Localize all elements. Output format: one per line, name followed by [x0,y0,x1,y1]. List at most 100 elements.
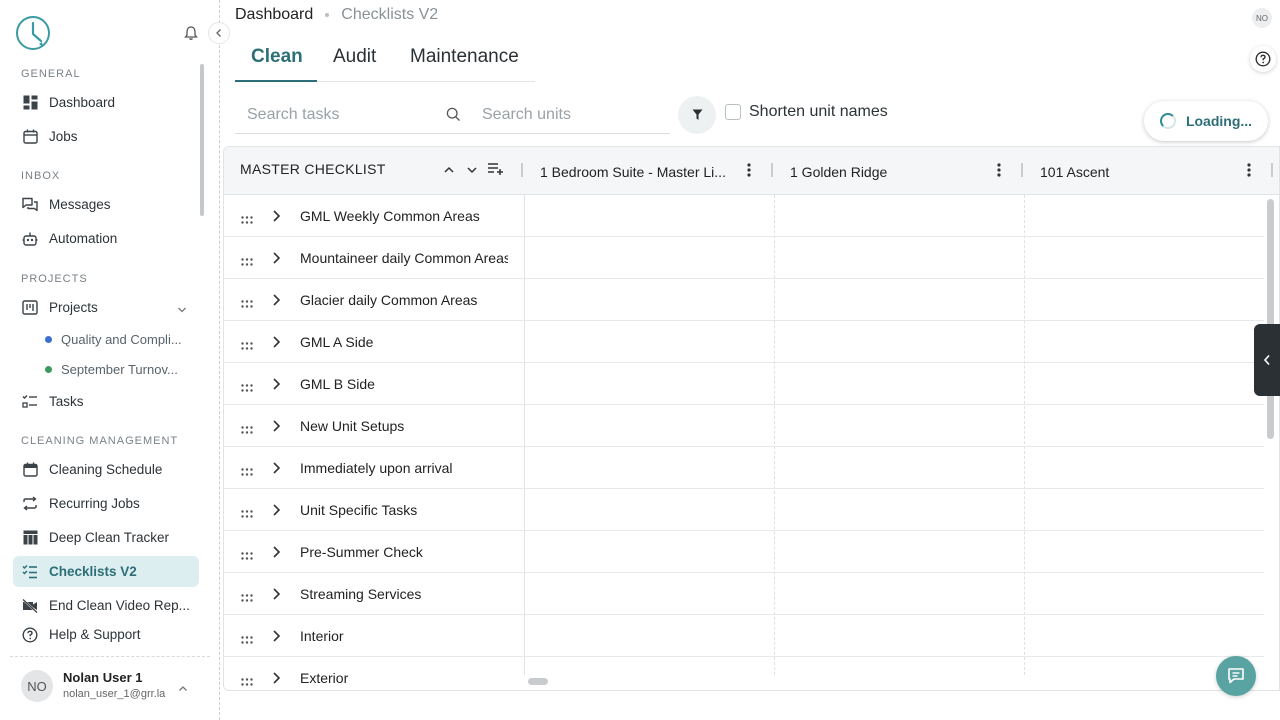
breadcrumb-dashboard[interactable]: Dashboard [235,6,313,24]
more-vert-icon[interactable] [746,162,752,183]
chevron-right-icon[interactable] [271,335,281,354]
table-row[interactable]: New Unit Setups [224,405,1264,447]
column-header-unit[interactable]: 101 Ascent [1040,164,1230,180]
more-vert-icon[interactable] [1246,162,1252,183]
help-button[interactable] [1250,46,1276,72]
column-header-unit[interactable]: 1 Bedroom Suite - Master Li... [540,164,730,180]
table-row[interactable]: GML B Side [224,363,1264,405]
sidebar-item-deep-clean-tracker[interactable]: Deep Clean Tracker [13,522,199,553]
table-row[interactable]: Pre-Summer Check [224,531,1264,573]
sidebar-item-end-clean-video[interactable]: End Clean Video Rep... [13,590,199,621]
sidebar-item-automation[interactable]: Automation [13,223,199,254]
chevron-right-icon[interactable] [271,671,281,690]
shorten-unit-names-toggle[interactable]: Shorten unit names [725,103,888,121]
sidebar-item-checklists-v2[interactable]: Checklists V2 [13,556,199,587]
chat-support-button[interactable] [1216,656,1256,696]
collapse-sidebar-button[interactable] [208,22,230,44]
table-row[interactable]: Interior [224,615,1264,657]
chevron-right-icon[interactable] [271,377,281,396]
filter-button[interactable] [678,96,716,134]
chevron-right-icon[interactable] [271,461,281,480]
column-resize-handle[interactable] [1271,163,1273,177]
app-root: GENERAL Dashboard Jobs INBOX Messages Au… [0,0,1280,720]
loading-indicator-button[interactable]: Loading... [1144,101,1268,141]
drag-handle-icon[interactable] [241,505,253,523]
sidebar-item-tasks[interactable]: Tasks [13,386,199,417]
table-row[interactable]: Streaming Services [224,573,1264,615]
chevron-right-icon[interactable] [271,503,281,522]
sidebar-item-label: Automation [49,231,118,246]
tab-audit[interactable]: Audit [333,46,376,82]
drag-handle-icon[interactable] [241,379,253,397]
drag-handle-icon[interactable] [241,589,253,607]
sidebar-item-label: Checklists V2 [49,564,137,579]
sidebar-item-messages[interactable]: Messages [13,189,199,220]
chevron-right-icon[interactable] [271,419,281,438]
drag-handle-icon[interactable] [241,673,253,690]
sidebar-project-quality[interactable]: Quality and Compli... [45,332,182,347]
chevron-right-icon[interactable] [271,545,281,564]
tab-maintenance[interactable]: Maintenance [410,46,519,82]
sidebar-item-dashboard[interactable]: Dashboard [13,87,199,118]
more-vert-icon[interactable] [996,162,1002,183]
sidebar-scrollbar[interactable] [200,64,204,216]
drag-handle-icon[interactable] [241,631,253,649]
drag-handle-icon[interactable] [241,547,253,565]
search-units-input[interactable]: Search units [470,96,670,134]
checklist-name: GML A Side [300,334,374,350]
table-row[interactable]: GML Weekly Common Areas [224,195,1264,237]
chevron-down-icon[interactable] [177,302,187,320]
expand-panel-button[interactable] [1254,324,1280,396]
table-row[interactable]: Exterior [224,657,1264,690]
column-resize-handle[interactable] [1021,163,1023,177]
table-row[interactable]: Unit Specific Tasks [224,489,1264,531]
chevron-right-icon[interactable] [271,587,281,606]
drag-handle-icon[interactable] [241,421,253,439]
grid-header: MASTER CHECKLIST 1 Bedroom Suite - Maste… [224,147,1279,195]
search-tasks-input[interactable]: Search tasks [235,96,475,134]
column-resize-handle[interactable] [771,163,773,177]
help-circle-icon [21,626,39,644]
table-row[interactable]: Glacier daily Common Areas [224,279,1264,321]
chevron-left-icon [216,29,221,37]
header-avatar[interactable]: NO [1252,8,1272,28]
user-name: Nolan User 1 [63,670,143,685]
sidebar-item-help-support[interactable]: Help & Support [13,619,199,650]
spinner-icon [1159,113,1176,129]
video-off-icon [21,597,39,615]
shorten-unit-names-checkbox[interactable] [725,104,741,120]
user-profile[interactable]: NO Nolan User 1 nolan_user_1@grr.la [10,656,210,716]
column-resize-handle[interactable] [521,163,523,177]
chevron-right-icon[interactable] [271,209,281,228]
tab-clean[interactable]: Clean [235,46,317,82]
sidebar-item-recurring-jobs[interactable]: Recurring Jobs [13,488,199,519]
drag-handle-icon[interactable] [241,253,253,271]
section-cleaning: CLEANING MANAGEMENT [21,435,179,447]
add-list-icon[interactable] [488,162,504,181]
grid-horizontal-scrollbar[interactable] [528,678,548,685]
sidebar-item-cleaning-schedule[interactable]: Cleaning Schedule [13,454,199,485]
help-circle-icon [1255,51,1271,67]
table-row[interactable]: Immediately upon arrival [224,447,1264,489]
sidebar-project-september[interactable]: September Turnov... [45,362,178,377]
drag-handle-icon[interactable] [241,295,253,313]
logo-clock-icon[interactable] [14,14,52,52]
sidebar-item-projects[interactable]: Projects [13,292,199,323]
chevron-right-icon[interactable] [271,293,281,312]
column-header-unit[interactable]: 1 Golden Ridge [790,164,980,180]
table-row[interactable]: GML A Side [224,321,1264,363]
sidebar-item-jobs[interactable]: Jobs [13,121,199,152]
table-row[interactable]: Mountaineer daily Common Areas [224,237,1264,279]
drag-handle-icon[interactable] [241,337,253,355]
chevron-up-icon[interactable] [178,681,188,699]
drag-handle-icon[interactable] [241,211,253,229]
drag-handle-icon[interactable] [241,463,253,481]
chevron-down-icon[interactable] [466,163,478,181]
notifications-bell-icon[interactable] [183,25,199,41]
checklist-tabs: Clean Audit Maintenance [235,42,535,82]
grid-vertical-scrollbar[interactable] [1267,199,1274,439]
chevron-up-icon[interactable] [443,163,455,181]
chevron-right-icon[interactable] [271,251,281,270]
section-inbox: INBOX [21,170,61,182]
chevron-right-icon[interactable] [271,629,281,648]
